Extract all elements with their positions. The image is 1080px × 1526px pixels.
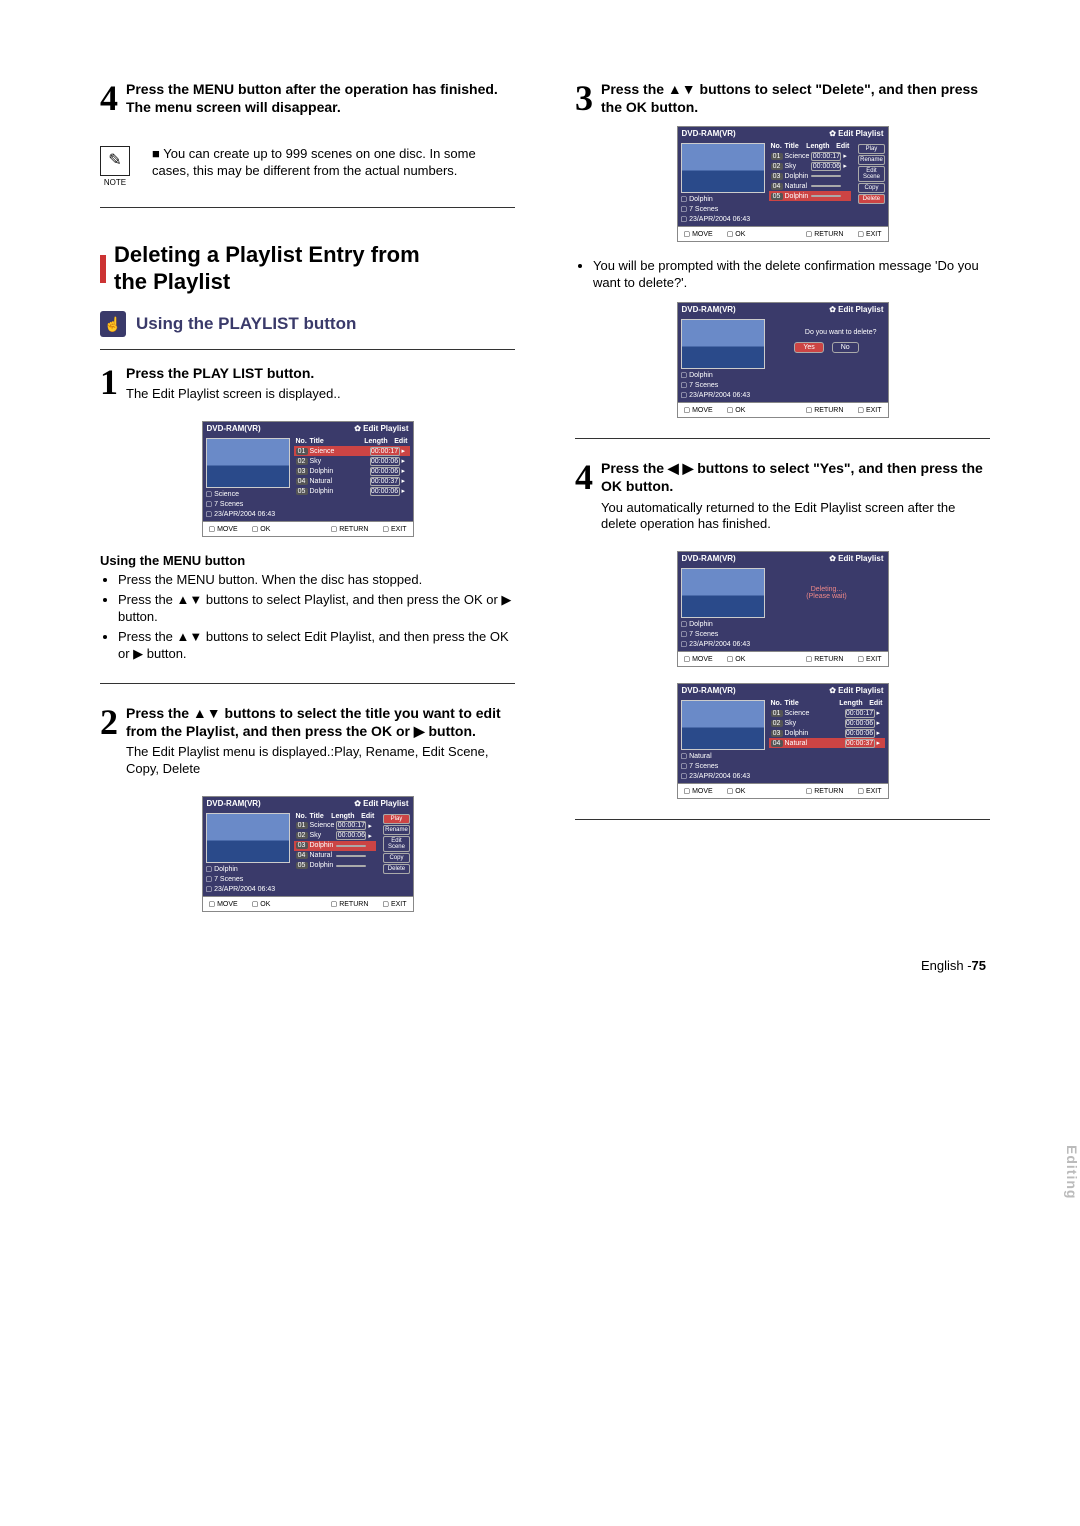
step-text: Press the MENU button after the operatio… <box>126 80 515 116</box>
hand-icon: ☝ <box>100 311 126 337</box>
edit-playlist-screen: DVD-RAM(VR)✿ Edit Playlist ▢ Science ▢ 7… <box>202 421 414 537</box>
page-footer: English -75 <box>100 958 990 973</box>
step-number: 4 <box>100 80 118 116</box>
step-text: Press the ▲▼ buttons to select "Delete",… <box>601 80 990 116</box>
delete-confirmation-screen: DVD-RAM(VR)✿ Edit Playlist ▢ Dolphin ▢ 7… <box>677 302 889 418</box>
subhead: Using the MENU button <box>100 553 515 568</box>
edit-playlist-result-screen: DVD-RAM(VR)✿ Edit Playlist ▢ Natural ▢ 7… <box>677 683 889 799</box>
step-text: Press the PLAY LIST button. The Edit Pla… <box>126 364 515 411</box>
deleting-progress-screen: DVD-RAM(VR)✿ Edit Playlist ▢ Dolphin ▢ 7… <box>677 551 889 667</box>
yes-button[interactable]: Yes <box>794 342 823 353</box>
step-number: 1 <box>100 364 118 411</box>
step-number: 4 <box>575 459 593 541</box>
section-accent <box>100 255 106 283</box>
no-button[interactable]: No <box>832 342 859 353</box>
step-text: Press the ◀ ▶ buttons to select "Yes", a… <box>601 459 990 541</box>
note-text: ■ You can create up to 999 scenes on one… <box>152 146 515 180</box>
subsection-title: Using the PLAYLIST button <box>136 314 356 334</box>
right-column: 3 Press the ▲▼ buttons to select "Delete… <box>575 80 990 928</box>
step-number: 2 <box>100 704 118 786</box>
left-column: 4 Press the MENU button after the operat… <box>100 80 515 928</box>
step-number: 3 <box>575 80 593 116</box>
note-icon: ✎ NOTE <box>100 146 130 187</box>
step-text: Press the ▲▼ buttons to select the title… <box>126 704 515 786</box>
menu-steps-list: Press the MENU button. When the disc has… <box>100 572 515 662</box>
section-tab: Editing <box>1064 1145 1080 1199</box>
confirmation-note: You will be prompted with the delete con… <box>575 258 990 292</box>
edit-playlist-screen-delete: DVD-RAM(VR)✿ Edit Playlist ▢ Dolphin ▢ 7… <box>677 126 889 242</box>
section-heading: Deleting a Playlist Entry fromthe Playli… <box>114 242 420 295</box>
edit-playlist-screen-menu: DVD-RAM(VR)✿ Edit Playlist ▢ Dolphin ▢ 7… <box>202 796 414 912</box>
